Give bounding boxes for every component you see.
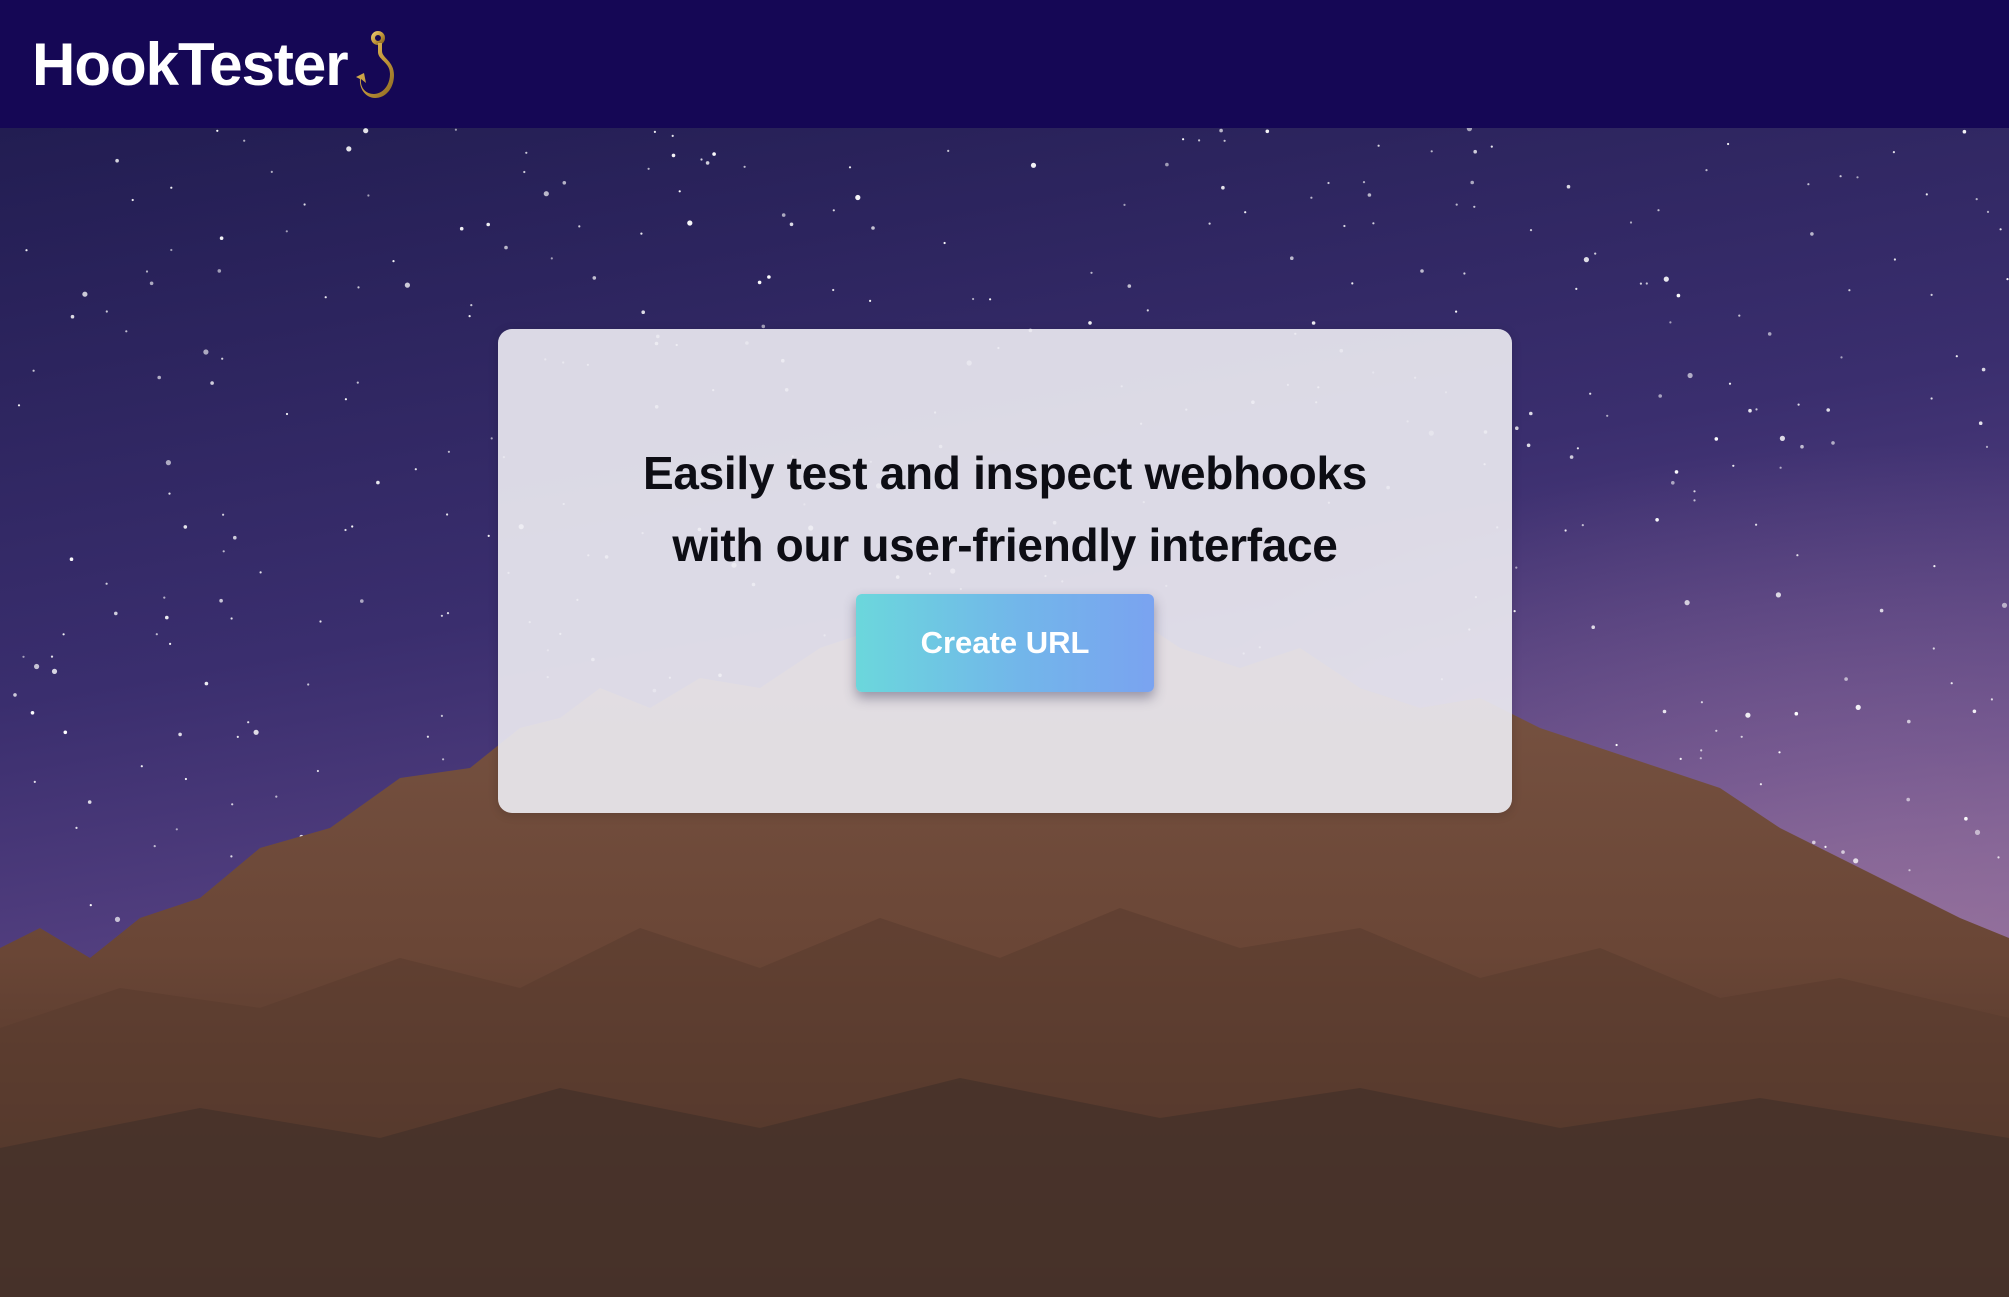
intro-card: Easily test and inspect webhooks with ou… — [498, 329, 1512, 813]
site-header: HookTester — [0, 0, 2009, 128]
brand-logo-link[interactable]: HookTester — [32, 24, 402, 104]
brand-name: HookTester — [32, 30, 349, 98]
hero-section: Easily test and inspect webhooks with ou… — [0, 128, 2009, 1297]
hero-headline-line-1: Easily test and inspect webhooks — [642, 447, 1368, 499]
hook-icon — [354, 30, 402, 102]
create-url-button[interactable]: Create URL — [856, 594, 1154, 692]
page: HookTester Easily test and inspect webho… — [0, 0, 2009, 1297]
hero-headline-line-2: with our user-friendly interface — [672, 519, 1338, 571]
hero-headline: Easily test and inspect webhooks with ou… — [498, 437, 1512, 581]
